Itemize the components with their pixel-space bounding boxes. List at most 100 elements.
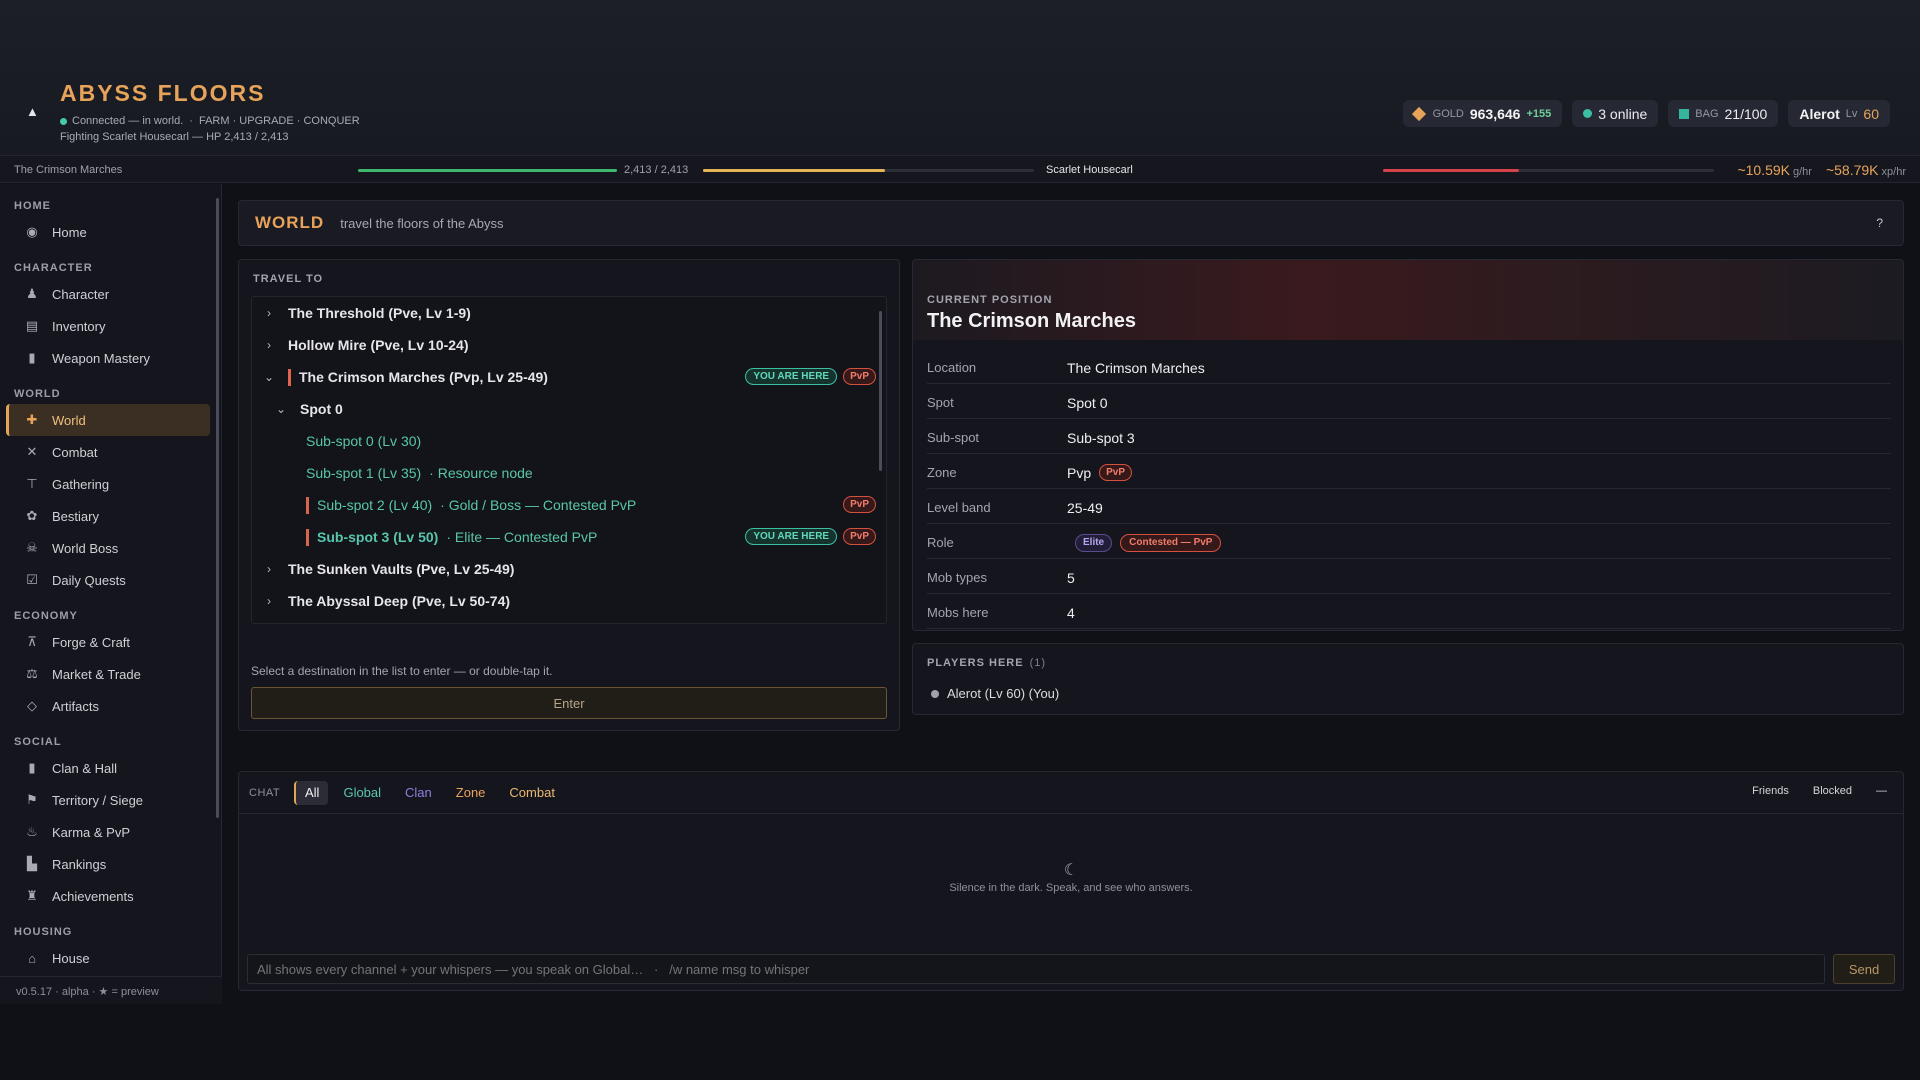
- gold-diamond-icon: [1411, 106, 1426, 121]
- send-button[interactable]: Send: [1833, 954, 1895, 984]
- row-name: The Abyssal Deep (Pve, Lv 50-74): [288, 593, 511, 609]
- hp-text: 2,413 / 2,413: [624, 164, 689, 176]
- sidebar-item-world-boss[interactable]: ☠ World Boss: [6, 532, 210, 564]
- sidebar-item-achievements[interactable]: ♜ Achievements: [6, 880, 210, 912]
- person-icon: ♟: [26, 286, 38, 301]
- sidebar-item-forge-craft[interactable]: ⊼ Forge & Craft: [6, 626, 210, 658]
- chat-input[interactable]: [247, 954, 1825, 984]
- player-pill[interactable]: Alerot Lv 60: [1788, 100, 1890, 127]
- subspot-row[interactable]: Sub-spot 3 (Lv 50) · Elite — Contested Pv…: [252, 521, 886, 553]
- detail-value-text: The Crimson Marches: [1067, 359, 1205, 376]
- sidebar-item-world[interactable]: ✚ World: [6, 404, 210, 436]
- header-pills: GOLD 963,646 +155 3 online BAG 21/100 Al…: [1402, 100, 1890, 127]
- pvp-badge: PvP: [843, 528, 876, 545]
- player-entry[interactable]: Alerot (Lv 60) (You): [931, 686, 1059, 701]
- flame-icon: ♨: [26, 824, 38, 839]
- app-title: ABYSS FLOORS: [60, 80, 266, 106]
- elite-badge: Elite: [1075, 533, 1113, 552]
- floor-row[interactable]: ⌄ The Crimson Marches (Pvp, Lv 25-49) YOU …: [252, 361, 886, 393]
- chevron-right-icon[interactable]: ›: [262, 306, 276, 320]
- sidebar-item-label: House: [52, 950, 90, 966]
- subspot-row[interactable]: Sub-spot 0 (Lv 30): [252, 425, 886, 457]
- brand: ABYSS FLOORS Connected — in world. · FAR…: [60, 80, 360, 143]
- status-text: Connected — in world.: [72, 115, 184, 127]
- sidebar-item-character[interactable]: ♟ Character: [6, 278, 210, 310]
- destination-tree[interactable]: › The Threshold (Pve, Lv 1-9) › Hollow Mire…: [251, 296, 887, 624]
- chevron-down-icon[interactable]: ⌄: [274, 402, 288, 416]
- chevron-right-icon[interactable]: ›: [262, 562, 276, 576]
- enemy-hp-bar-fill: [1383, 169, 1519, 172]
- online-pill[interactable]: 3 online: [1572, 100, 1659, 127]
- xp-rate-unit: xp/hr: [1881, 166, 1906, 178]
- current-zone: The Crimson Marches: [14, 164, 123, 176]
- chest-icon: ▤: [25, 318, 39, 333]
- floor-row[interactable]: ›The Drowned Cathedral (Pve, Lv 75-99): [252, 617, 886, 623]
- travel-hint: Select a destination in the list to ente…: [251, 664, 553, 678]
- subspot-row[interactable]: Sub-spot 2 (Lv 40) · Gold / Boss — Contes…: [252, 489, 886, 521]
- subspot-row[interactable]: Sub-spot 1 (Lv 35) · Resource node: [252, 457, 886, 489]
- chevron-right-icon[interactable]: ›: [262, 338, 276, 352]
- spot-row[interactable]: ⌄ Spot 0: [252, 393, 886, 425]
- minimize-button[interactable]: —: [1876, 785, 1887, 797]
- chat-tab-all[interactable]: All: [294, 781, 329, 805]
- sidebar-item-artifacts[interactable]: ◇ Artifacts: [6, 690, 210, 722]
- page-subtitle: travel the floors of the Abyss: [340, 215, 504, 231]
- hp-bar: [358, 169, 617, 172]
- bag-pill[interactable]: BAG 21/100: [1668, 100, 1779, 127]
- sidebar-item-label: Home: [52, 224, 87, 240]
- floor-row[interactable]: › The Threshold (Pve, Lv 1-9): [252, 297, 886, 329]
- chat-tab-clan[interactable]: Clan: [396, 781, 441, 805]
- detail-key: Level band: [927, 500, 991, 515]
- sidebar-scrollbar[interactable]: [216, 198, 219, 818]
- detail-value-text: 5: [1067, 569, 1075, 586]
- chat-tab-zone[interactable]: Zone: [447, 781, 495, 805]
- chevron-right-icon[interactable]: ›: [262, 594, 276, 608]
- enter-button[interactable]: Enter: [251, 687, 887, 719]
- chat-tab-global[interactable]: Global: [334, 781, 390, 805]
- sidebar-item-territory-siege[interactable]: ⚑ Territory / Siege: [6, 784, 210, 816]
- sidebar-section-economy: ECONOMY: [14, 610, 78, 622]
- detail-value-text: 4: [1067, 604, 1075, 621]
- floor-row[interactable]: › The Sunken Vaults (Pve, Lv 25-49): [252, 553, 886, 585]
- gold-value: 963,646: [1469, 105, 1521, 122]
- current-position-panel: CURRENT POSITION The Crimson Marches Loc…: [912, 259, 1904, 631]
- sidebar-item-label: Weapon Mastery: [52, 350, 151, 366]
- sidebar-item-label: World Boss: [52, 540, 119, 556]
- book-icon: ▮: [28, 350, 36, 365]
- detail-key: Mobs here: [927, 605, 989, 620]
- gold-pill[interactable]: GOLD 963,646 +155: [1402, 100, 1563, 127]
- sidebar-item-karma-pvp[interactable]: ♨ Karma & PvP: [6, 816, 210, 848]
- sidebar-item-label: Clan & Hall: [52, 760, 118, 776]
- sidebar-item-label: World: [52, 412, 86, 428]
- sidebar-item-market-trade[interactable]: ⚖ Market & Trade: [6, 658, 210, 690]
- sidebar-item-inventory[interactable]: ▤ Inventory: [6, 310, 210, 342]
- sidebar-item-house[interactable]: ⌂ House: [6, 942, 210, 972]
- row-note: · Elite — Contested PvP: [446, 529, 598, 545]
- friends-button[interactable]: Friends: [1752, 785, 1789, 797]
- pvp-marker: [306, 496, 309, 514]
- sidebar-item-home[interactable]: ◉ Home: [6, 216, 210, 248]
- detail-row-level-band: Level band 25-49: [927, 492, 1891, 524]
- help-button[interactable]: ?: [1876, 216, 1883, 230]
- sidebar-item-daily-quests[interactable]: ☑ Daily Quests: [6, 564, 210, 596]
- floor-row[interactable]: › The Abyssal Deep (Pve, Lv 50-74): [252, 585, 886, 617]
- chevron-down-icon[interactable]: ⌄: [262, 370, 276, 384]
- sidebar-item-clan-hall[interactable]: ▮ Clan & Hall: [6, 752, 210, 784]
- row-note: · Gold / Boss — Contested PvP: [440, 497, 637, 513]
- floor-row[interactable]: › Hollow Mire (Pve, Lv 10-24): [252, 329, 886, 361]
- sidebar-item-bestiary[interactable]: ✿ Bestiary: [6, 500, 210, 532]
- sidebar-item-weapon-mastery[interactable]: ▮ Weapon Mastery: [6, 342, 210, 374]
- detail-value: The Crimson Marches: [1067, 360, 1205, 376]
- sidebar-item-combat[interactable]: ✕ Combat: [6, 436, 210, 468]
- sidebar-item-label: Territory / Siege: [52, 792, 144, 808]
- status-bar: The Crimson Marches 2,413 / 2,413 Scarle…: [0, 155, 1920, 183]
- sidebar-item-gathering[interactable]: ⊤ Gathering: [6, 468, 210, 500]
- row-name: Spot 0: [300, 401, 343, 417]
- sidebar-nav[interactable]: HOME ◉ Home CHARACTER ♟ Character ▤ Inventory ▮ W…: [0, 184, 216, 972]
- chat-tab-combat[interactable]: Combat: [500, 781, 564, 805]
- sidebar-item-rankings[interactable]: ▙ Rankings: [6, 848, 210, 880]
- blocked-button[interactable]: Blocked: [1813, 785, 1852, 797]
- collapse-up-icon[interactable]: ▲: [26, 104, 42, 120]
- detail-key: Mob types: [927, 570, 987, 585]
- banner-icon: ▮: [28, 760, 36, 775]
